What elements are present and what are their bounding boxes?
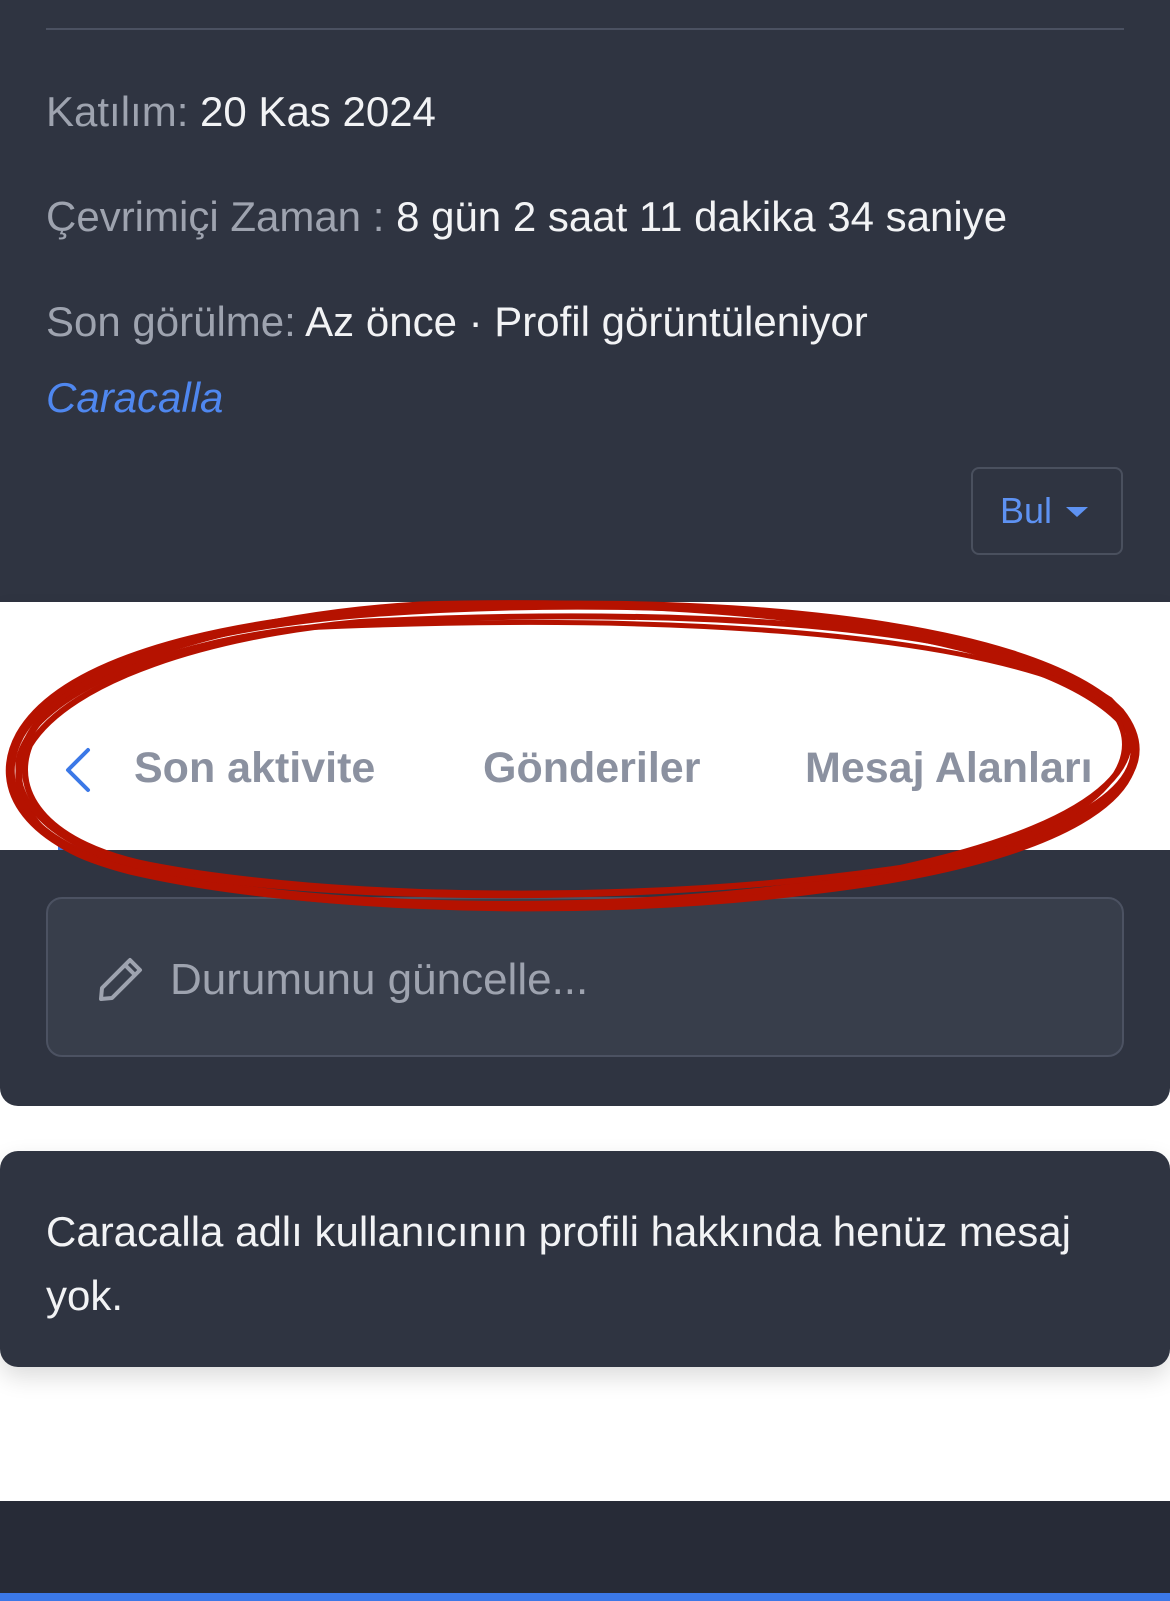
online-time-row: Çevrimiçi Zaman : 8 gün 2 saat 11 dakika… (46, 193, 1007, 241)
online-time-value: 8 gün 2 saat 11 dakika 34 saniye (396, 193, 1008, 240)
find-button[interactable]: Bul (971, 467, 1123, 555)
empty-messages-text: Caracalla adlı kullanıcının profili hakk… (46, 1208, 1071, 1319)
tab-posts[interactable]: Gönderiler (483, 744, 700, 793)
joined-value: 20 Kas 2024 (200, 88, 436, 135)
last-seen-user-link[interactable]: Caracalla (46, 374, 223, 422)
divider (46, 28, 1124, 30)
last-seen-row: Son görülme: Az önce · Profil görüntülen… (46, 298, 868, 346)
footer-accent-bar (0, 1593, 1170, 1601)
tab-recent-activity[interactable]: Son aktivite (134, 744, 375, 793)
pencil-icon (99, 958, 142, 1001)
online-time-label: Çevrimiçi Zaman : (46, 193, 385, 240)
footer (0, 1501, 1170, 1601)
last-seen-label: Son görülme: (46, 298, 296, 345)
tab-message-forums[interactable]: Mesaj Alanları (805, 744, 1125, 793)
status-input[interactable] (168, 949, 1072, 1011)
caret-down-icon (1066, 507, 1089, 517)
profile-tabs-bar (0, 602, 1170, 850)
find-button-label: Bul (1000, 490, 1053, 531)
joined-label: Katılım: (46, 88, 189, 135)
joined-row: Katılım: 20 Kas 2024 (46, 88, 436, 136)
last-seen-value: Az önce · Profil görüntüleniyor (305, 298, 868, 345)
chevron-left-icon[interactable] (58, 745, 98, 795)
